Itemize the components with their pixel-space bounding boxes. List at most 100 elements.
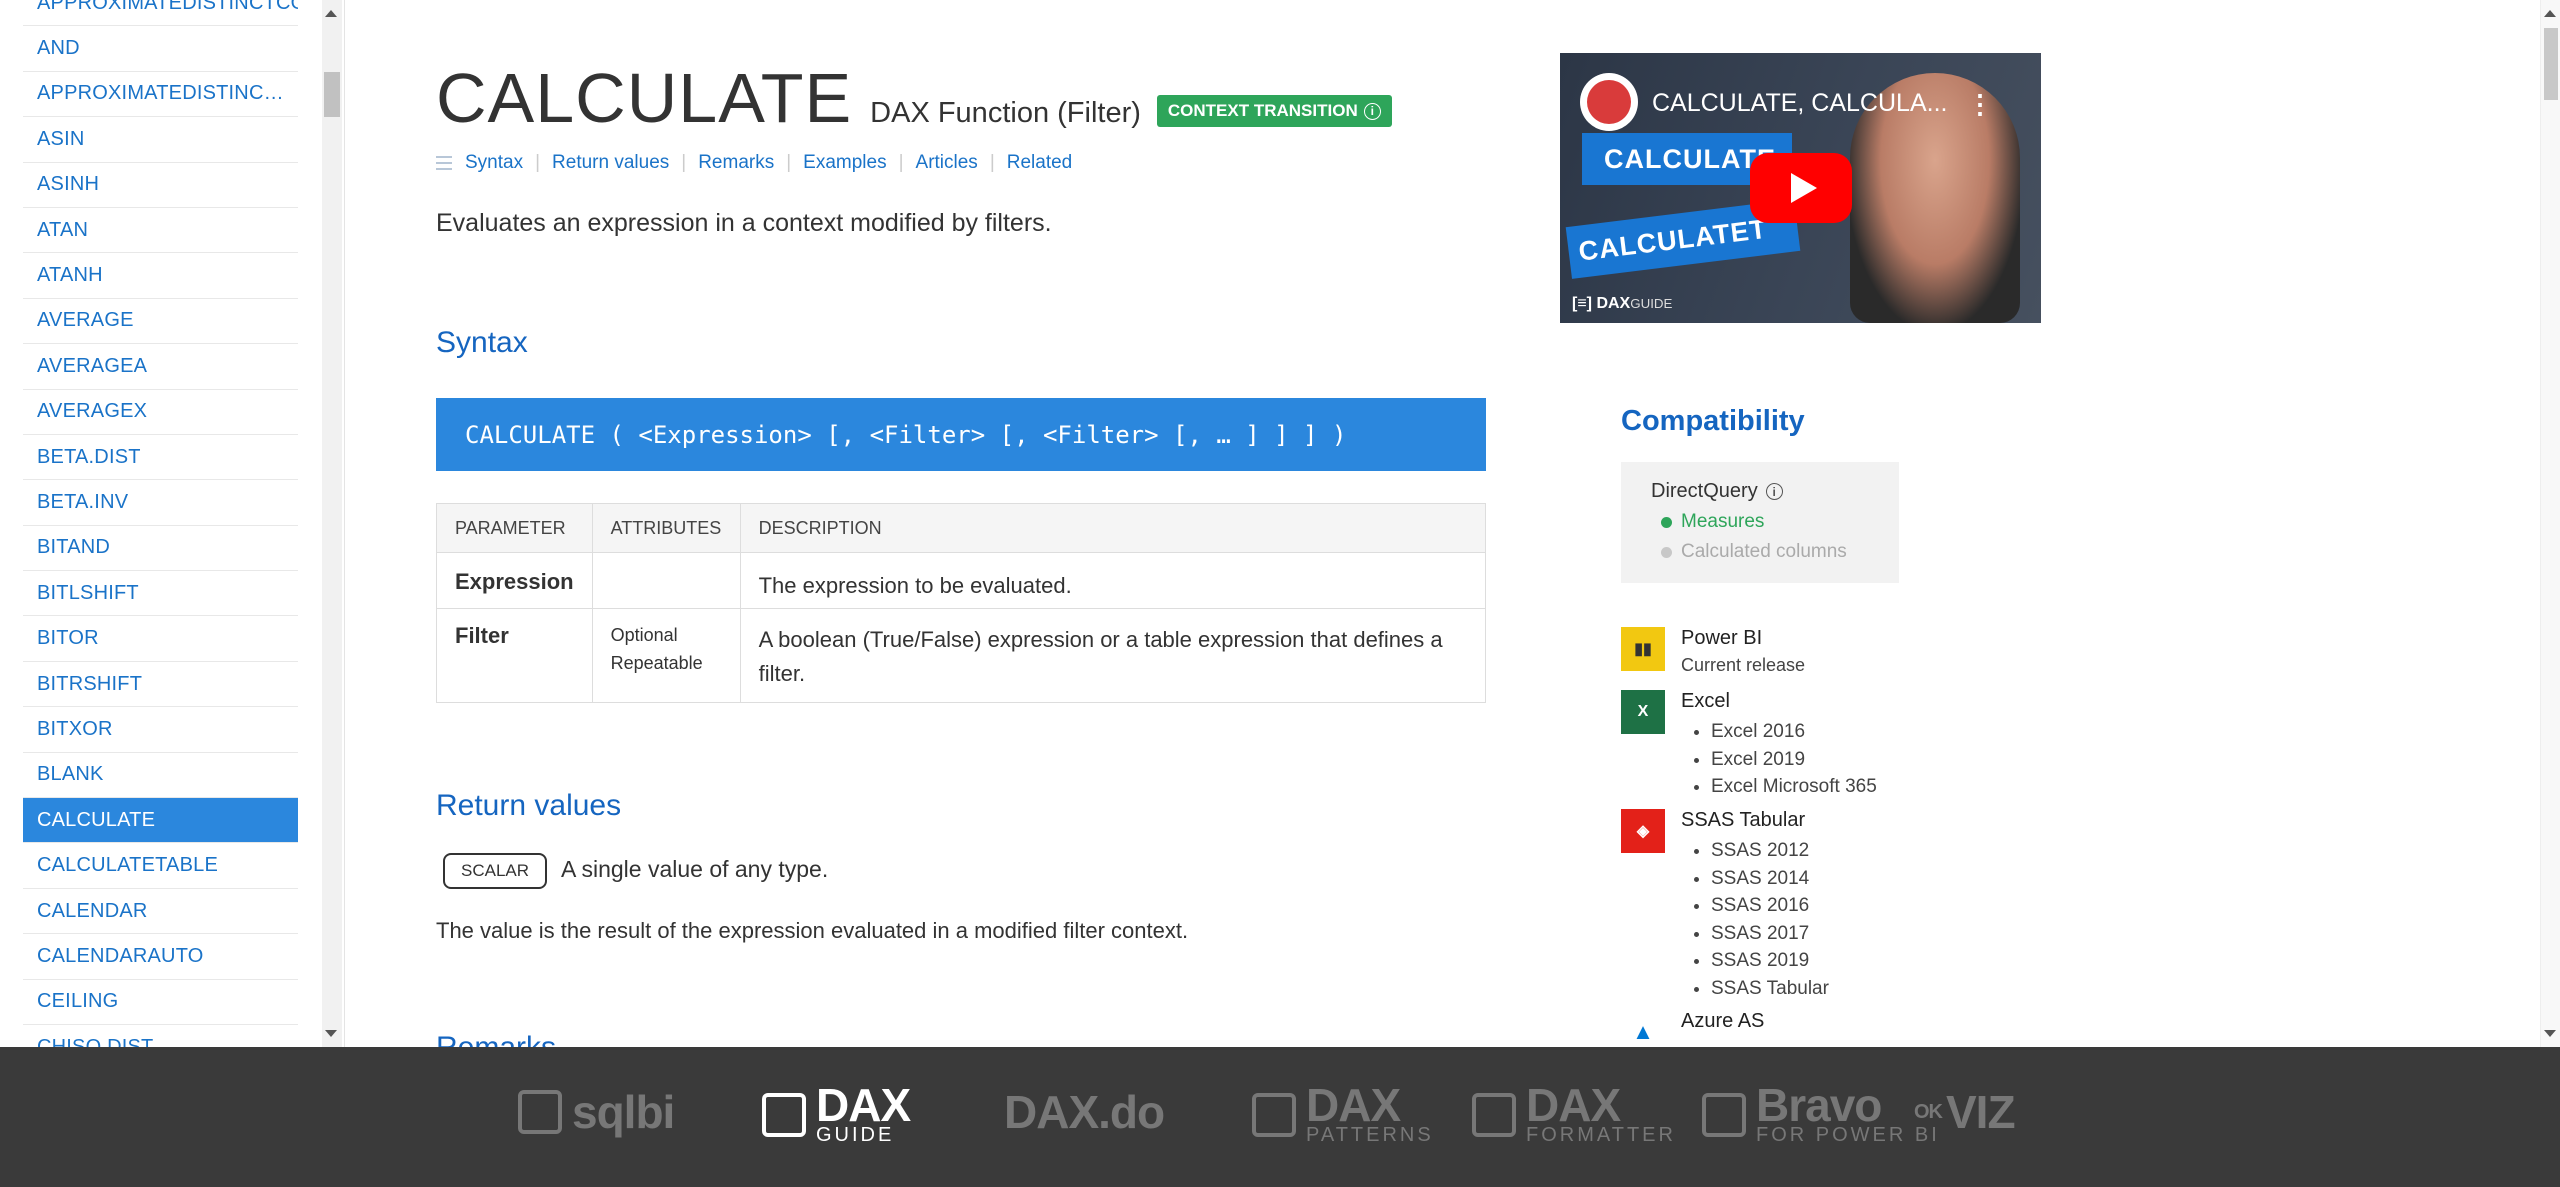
power-bi-icon: ▮▮ bbox=[1621, 627, 1665, 671]
dax-do-logo[interactable]: DAX.do bbox=[1004, 1085, 1165, 1139]
scroll-up-icon[interactable] bbox=[2544, 10, 2556, 17]
toc-link-syntax[interactable]: Syntax bbox=[465, 152, 523, 174]
scroll-up-icon[interactable] bbox=[325, 10, 337, 17]
function-description: Evaluates an expression in a context mod… bbox=[436, 209, 1052, 237]
channel-avatar[interactable] bbox=[1580, 73, 1638, 131]
dax-formatter-mark-icon bbox=[1472, 1092, 1516, 1137]
sidebar-item[interactable]: AVERAGEA bbox=[23, 344, 298, 390]
version-item: SSAS 2016 bbox=[1711, 892, 1829, 920]
sidebar-item[interactable]: AVERAGE bbox=[23, 299, 298, 345]
return-values-heading: Return values bbox=[436, 789, 622, 822]
more-vert-icon[interactable]: ⋮ bbox=[1967, 89, 1993, 120]
sidebar-item[interactable]: ASINH bbox=[23, 163, 298, 208]
dax-formatter-logo[interactable]: DAX FORMATTER bbox=[1472, 1082, 1676, 1147]
param-name: Filter bbox=[436, 608, 593, 703]
param-description: The expression to be evaluated. bbox=[739, 552, 1487, 609]
dax-patterns-logo[interactable]: DAX PATTERNS bbox=[1252, 1079, 1434, 1145]
product-versions: SSAS 2012 SSAS 2014 SSAS 2016 SSAS 2017 … bbox=[1711, 837, 1829, 1002]
logo-text: DAX bbox=[816, 1079, 911, 1131]
sidebar-item[interactable]: CEILING bbox=[23, 980, 298, 1025]
sidebar-item[interactable]: BETA.INV bbox=[23, 480, 298, 526]
version-item: Excel 2016 bbox=[1711, 718, 1877, 746]
attr-repeatable: Repeatable bbox=[610, 653, 703, 673]
table-row: Expression The expression to be evaluate… bbox=[436, 552, 1487, 609]
page-scrollbar[interactable] bbox=[2540, 0, 2560, 1047]
product-name: SSAS Tabular bbox=[1681, 809, 1806, 831]
logo-subtext: FORMATTER bbox=[1526, 1124, 1676, 1147]
logo-text: sqlbi bbox=[572, 1086, 675, 1138]
syntax-heading: Syntax bbox=[436, 326, 528, 359]
bravo-mark-icon bbox=[1702, 1092, 1746, 1137]
sqlbi-logo[interactable]: sqlbi bbox=[518, 1085, 675, 1139]
sidebar-scroll-thumb[interactable] bbox=[324, 72, 340, 117]
sidebar-item[interactable]: BITAND bbox=[23, 526, 298, 572]
sidebar-item[interactable]: AND bbox=[23, 26, 298, 72]
video-embed[interactable]: CALCULATE CALCULATET CALCULATE, CALCULA.… bbox=[1560, 53, 2041, 323]
video-title[interactable]: CALCULATE, CALCULA... bbox=[1652, 89, 1947, 118]
sidebar-item[interactable]: BETA.DIST bbox=[23, 435, 298, 481]
footer-brand-bar: sqlbi DAX GUIDE DAX.do DAX PATTERNS DAX FOR… bbox=[0, 1047, 2560, 1187]
ssas-icon: ◈ bbox=[1621, 809, 1665, 853]
page-scroll-thumb[interactable] bbox=[2544, 28, 2558, 100]
version-item: SSAS 2012 bbox=[1711, 837, 1829, 865]
sidebar-item[interactable]: APPROXIMATEDISTINC… bbox=[23, 72, 298, 118]
table-row: Filter Optional Repeatable A boolean (Tr… bbox=[436, 608, 1487, 703]
toc-link-remarks[interactable]: Remarks bbox=[698, 152, 774, 174]
sidebar-item[interactable]: BITXOR bbox=[23, 707, 298, 753]
badge-label: CONTEXT TRANSITION bbox=[1167, 101, 1358, 120]
scroll-down-icon[interactable] bbox=[2544, 1030, 2556, 1037]
excel-icon: X bbox=[1621, 690, 1665, 734]
toc-link-examples[interactable]: Examples bbox=[803, 152, 886, 174]
sidebar-scrollbar[interactable] bbox=[322, 0, 342, 1047]
sidebar-item[interactable]: ATAN bbox=[23, 208, 298, 254]
context-transition-badge[interactable]: CONTEXT TRANSITION i bbox=[1156, 95, 1392, 127]
param-attributes: Optional Repeatable bbox=[591, 608, 741, 703]
toc-link-articles[interactable]: Articles bbox=[916, 152, 978, 174]
okviz-logo[interactable]: OK VIZ bbox=[1914, 1085, 2016, 1139]
toc-link-related[interactable]: Related bbox=[1007, 152, 1073, 174]
return-type-badge[interactable]: SCALAR bbox=[443, 853, 548, 889]
table-header-row: PARAMETER ATTRIBUTES DESCRIPTION bbox=[436, 503, 1487, 553]
sidebar-item[interactable]: CALENDAR bbox=[23, 889, 298, 935]
attr-optional: Optional bbox=[610, 625, 678, 645]
function-sidebar: APPROXIMATEDISTINCTCOUNT AND APPROXIMATE… bbox=[0, 0, 345, 1047]
dax-guide-logo[interactable]: DAX GUIDE bbox=[762, 1079, 911, 1147]
sidebar-item[interactable]: CALENDARAUTO bbox=[23, 934, 298, 980]
sidebar-item[interactable]: ASIN bbox=[23, 117, 298, 163]
param-name: Expression bbox=[436, 552, 593, 609]
return-note: The value is the result of the expressio… bbox=[436, 918, 1189, 943]
col-description: DESCRIPTION bbox=[739, 503, 1487, 553]
sidebar-item[interactable]: AVERAGEX bbox=[23, 390, 298, 435]
scroll-down-icon[interactable] bbox=[325, 1030, 337, 1037]
dq-item-measures: Measures bbox=[1651, 511, 1899, 533]
col-parameter: PARAMETER bbox=[436, 503, 593, 553]
logo-text: VIZ bbox=[1946, 1086, 2016, 1138]
sidebar-item[interactable]: BITOR bbox=[23, 616, 298, 662]
play-icon[interactable] bbox=[1750, 153, 1852, 223]
bravo-logo[interactable]: Bravo FOR POWER BI bbox=[1702, 1082, 1940, 1145]
function-list: APPROXIMATEDISTINCTCOUNT AND APPROXIMATE… bbox=[23, 0, 298, 1047]
version-item: SSAS 2014 bbox=[1711, 865, 1829, 893]
toc-link-return-values[interactable]: Return values bbox=[552, 152, 669, 174]
logo-text: DAX bbox=[1306, 1079, 1401, 1131]
sidebar-item[interactable]: BITRSHIFT bbox=[23, 662, 298, 708]
toc-separator: | bbox=[786, 152, 792, 173]
product-name: Excel bbox=[1681, 690, 1730, 712]
sidebar-item[interactable]: CHISQ.DIST bbox=[23, 1025, 298, 1047]
info-icon[interactable]: i bbox=[1765, 483, 1783, 500]
directquery-title: DirectQuery i bbox=[1651, 480, 1899, 503]
sidebar-item[interactable]: BITLSHIFT bbox=[23, 571, 298, 617]
param-description: A boolean (True/False) expression or a t… bbox=[739, 608, 1487, 703]
sidebar-item[interactable]: BLANK bbox=[23, 753, 298, 799]
sidebar-item[interactable]: ATANH bbox=[23, 253, 298, 299]
compatibility-heading: Compatibility bbox=[1621, 405, 1805, 437]
sidebar-item[interactable]: CALCULATETABLE bbox=[23, 843, 298, 889]
logo-subtext: OK bbox=[1914, 1100, 1943, 1123]
sidebar-item-active[interactable]: CALCULATE bbox=[23, 798, 298, 844]
logo-subtext: GUIDE bbox=[816, 1124, 895, 1147]
dax-patterns-mark-icon bbox=[1252, 1092, 1296, 1137]
video-brand-name: DAX bbox=[1596, 295, 1631, 312]
sidebar-item[interactable]: APPROXIMATEDISTINCTCOUNT bbox=[23, 0, 298, 27]
product-name: Azure AS bbox=[1681, 1010, 1765, 1032]
directquery-box: DirectQuery i Measures Calculated column… bbox=[1621, 462, 1899, 583]
